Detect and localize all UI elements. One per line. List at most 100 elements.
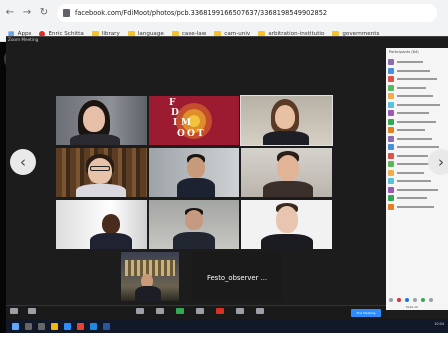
zoom-window-title: Zoom Meeting — [8, 37, 39, 42]
participant-name-placeholder — [397, 154, 428, 157]
logo-letter: O — [187, 129, 195, 139]
participant-row[interactable] — [388, 135, 448, 143]
participant-name-placeholder — [397, 137, 432, 140]
participant-row[interactable] — [388, 101, 448, 109]
url-text: facebook.com/FdiMoot/photos/pcb.33681991… — [75, 9, 328, 17]
participant-row[interactable] — [388, 58, 448, 66]
end-meeting-button[interactable]: End Meeting — [351, 309, 381, 317]
avatar — [388, 135, 394, 142]
windows-start-icon[interactable] — [12, 322, 19, 330]
control-icon[interactable] — [429, 298, 433, 302]
avatar — [388, 67, 394, 74]
video-tile[interactable] — [241, 148, 332, 197]
chevron-right-icon[interactable]: › — [428, 149, 448, 175]
video-tile[interactable] — [56, 200, 147, 249]
share-screen-icon[interactable] — [176, 308, 184, 314]
control-icon[interactable] — [421, 298, 425, 302]
logo-letter: T — [197, 129, 204, 139]
video-tile-camera-off[interactable]: Festo_observer ... — [192, 252, 282, 301]
logo-letter: F — [169, 98, 176, 108]
url-field[interactable]: facebook.com/FdiMoot/photos/pcb.33681991… — [57, 4, 437, 22]
zoom-app-icon[interactable] — [64, 322, 71, 330]
chevron-left-icon[interactable]: ‹ — [10, 149, 36, 175]
avatar — [388, 169, 394, 176]
participant-name-placeholder — [397, 120, 436, 123]
control-icon[interactable] — [405, 298, 409, 302]
avatar — [388, 203, 394, 210]
participant-name-placeholder — [397, 86, 426, 89]
video-tile[interactable] — [149, 148, 239, 197]
reload-icon[interactable]: ↻ — [37, 6, 51, 20]
video-tile[interactable] — [149, 200, 239, 249]
participants-icon[interactable] — [156, 308, 164, 314]
task-view-icon[interactable] — [38, 322, 45, 330]
logo-letter: M — [181, 118, 191, 128]
word-icon[interactable] — [103, 322, 110, 330]
avatar — [388, 152, 394, 159]
forward-icon[interactable]: → — [20, 6, 34, 20]
participant-row[interactable] — [388, 84, 448, 92]
video-tile[interactable] — [56, 148, 147, 197]
participant-name-placeholder — [397, 171, 424, 174]
video-tile[interactable]: F D I M O O T — [149, 96, 239, 145]
control-icon[interactable] — [413, 298, 417, 302]
avatar — [388, 110, 394, 116]
face — [187, 157, 205, 178]
participant-row[interactable] — [388, 177, 448, 185]
shoulders — [70, 134, 120, 145]
avatar — [388, 161, 394, 167]
file-explorer-icon[interactable] — [51, 322, 58, 330]
video-icon[interactable] — [28, 308, 36, 314]
search-icon[interactable] — [25, 322, 32, 330]
participant-name-placeholder — [397, 78, 437, 80]
avatar — [388, 178, 394, 184]
mute-icon[interactable] — [10, 308, 18, 314]
building-facade — [125, 260, 175, 276]
participant-row[interactable] — [388, 203, 448, 211]
video-tile-active-speaker[interactable] — [240, 95, 333, 146]
participant-row[interactable] — [388, 194, 448, 202]
record-icon[interactable] — [216, 308, 224, 314]
chat-icon[interactable] — [196, 308, 204, 314]
suit — [173, 232, 215, 249]
participant-row[interactable] — [388, 75, 448, 83]
avatar — [388, 59, 394, 65]
chrome-icon[interactable] — [77, 322, 84, 330]
screenshot-root: ← → ↻ facebook.com/FdiMoot/photos/pcb.33… — [0, 0, 448, 347]
avatar — [388, 186, 394, 193]
more-icon[interactable] — [256, 308, 264, 314]
avatar — [388, 195, 394, 201]
security-icon[interactable] — [136, 308, 144, 314]
avatar — [388, 118, 394, 125]
shoulders — [263, 181, 313, 197]
glasses — [90, 166, 110, 171]
participant-row[interactable] — [388, 186, 448, 194]
participant-name-placeholder — [397, 188, 438, 191]
edge-icon[interactable] — [90, 322, 97, 330]
back-icon[interactable]: ← — [3, 6, 17, 20]
reactions-icon[interactable] — [236, 308, 244, 314]
participant-row[interactable] — [388, 126, 448, 134]
participant-name-placeholder — [397, 180, 431, 182]
avatar — [388, 127, 394, 133]
face — [275, 105, 295, 129]
participant-row[interactable] — [388, 109, 448, 117]
participant-row[interactable] — [388, 92, 448, 100]
participant-name-placeholder — [397, 112, 429, 114]
participant-name-placeholder — [397, 197, 427, 199]
shoulders — [263, 131, 309, 145]
face — [185, 210, 203, 230]
participant-row[interactable] — [388, 118, 448, 126]
mute-all-button[interactable]: Mute All — [406, 305, 418, 309]
video-tile[interactable] — [241, 200, 332, 249]
participant-name-placeholder — [397, 61, 423, 63]
participant-name-placeholder — [397, 146, 439, 148]
participant-row[interactable] — [388, 67, 448, 75]
control-icon[interactable] — [397, 298, 401, 302]
taskbar-clock: 10:04 — [434, 322, 444, 326]
video-tile[interactable] — [56, 96, 147, 145]
video-tile[interactable] — [121, 252, 179, 301]
control-icon[interactable] — [389, 298, 393, 302]
face — [102, 214, 120, 234]
suit — [261, 234, 313, 249]
